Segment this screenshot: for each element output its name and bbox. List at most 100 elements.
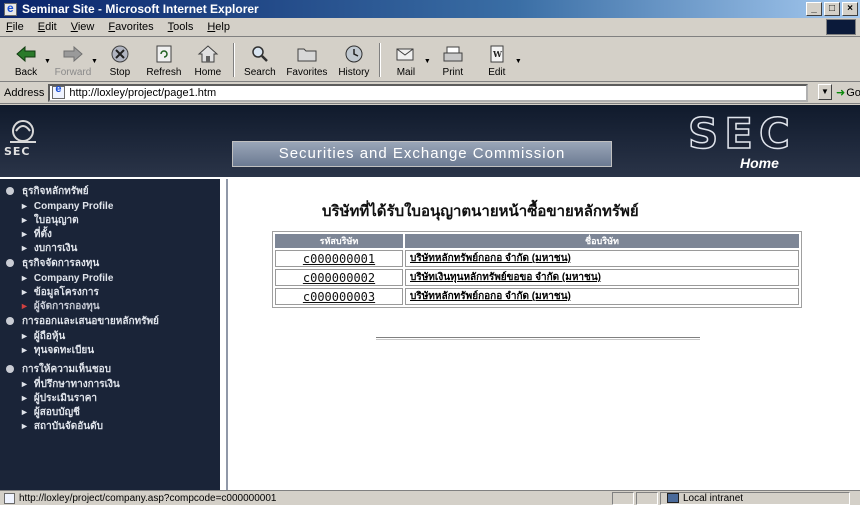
bullet-icon: [6, 365, 14, 373]
nav-item-license[interactable]: ► ใบอนุญาต: [0, 213, 220, 227]
page-icon: [52, 83, 66, 99]
address-field[interactable]: [48, 83, 809, 102]
mail-dropdown-icon[interactable]: ▼: [424, 58, 431, 65]
svg-text:W: W: [492, 49, 503, 59]
go-arrow-icon: ➜: [836, 87, 846, 99]
windows-logo-throbber: [826, 19, 856, 35]
search-icon: [248, 43, 272, 65]
arrow-bullet-icon: ►: [20, 407, 29, 417]
edit-document-icon: W: [485, 43, 509, 65]
history-button[interactable]: History: [332, 39, 376, 81]
forward-dropdown-icon[interactable]: ▼: [91, 58, 98, 65]
company-code-link[interactable]: c000000001: [275, 250, 403, 267]
menu-help[interactable]: Help: [207, 21, 230, 33]
horizontal-rule: [376, 337, 700, 340]
column-header-name: ชื่อบริษัท: [405, 234, 799, 248]
nav-group-fund-management[interactable]: ธุรกิจจัดการลงทุน: [0, 255, 220, 271]
home-icon: [196, 43, 220, 65]
company-code-link[interactable]: c000000002: [275, 269, 403, 286]
status-panel: [612, 491, 634, 505]
address-input[interactable]: [69, 86, 670, 99]
favorites-button[interactable]: Favorites: [282, 39, 332, 81]
menu-tools[interactable]: Tools: [168, 21, 194, 33]
menu-edit[interactable]: Edit: [38, 21, 57, 33]
go-button[interactable]: ➜ Go: [836, 86, 860, 100]
table-row: c000000001 บริษัทหลักทรัพย์กอกอ จำกัด (ม…: [275, 250, 799, 267]
company-name-link[interactable]: บริษัทเงินทุนหลักทรัพย์ขอขอ จำกัด (มหาชน…: [405, 269, 799, 286]
column-header-code: รหัสบริษัท: [275, 234, 403, 248]
nav-group-securities-offering[interactable]: การออกและเสนอขายหลักทรัพย์: [0, 313, 220, 329]
arrow-bullet-icon: ►: [20, 379, 29, 389]
menu-view[interactable]: View: [71, 21, 95, 33]
security-zone: Local intranet: [660, 491, 850, 505]
nav-item-auditor[interactable]: ► ผู้สอบบัญชี: [0, 405, 220, 419]
banner-sec-logo: SEC: [687, 108, 796, 159]
arrow-bullet-icon: ►: [20, 243, 29, 253]
menu-favorites[interactable]: Favorites: [108, 21, 153, 33]
site-banner: SEC Securities and Exchange Commission S…: [0, 105, 860, 177]
nav-item-location[interactable]: ► ที่ตั้ง: [0, 227, 220, 241]
stop-icon: [108, 43, 132, 65]
address-dropdown-icon[interactable]: ▼: [818, 84, 832, 100]
back-dropdown-icon[interactable]: ▼: [44, 58, 51, 65]
arrow-bullet-icon: ►: [20, 273, 29, 283]
company-name-link[interactable]: บริษัทหลักทรัพย์กอกอ จำกัด (มหาชน): [405, 288, 799, 305]
edit-button[interactable]: W Edit: [475, 39, 519, 81]
search-button[interactable]: Search: [238, 39, 282, 81]
page-heading: บริษัทที่ได้รับใบอนุญาตนายหน้าซื้อขายหลั…: [322, 202, 639, 220]
nav-item-appraiser[interactable]: ► ผู้ประเมินราคา: [0, 391, 220, 405]
maximize-button[interactable]: □: [824, 2, 840, 16]
nav-item-fund-company-profile[interactable]: ► Company Profile: [0, 271, 220, 285]
edit-dropdown-icon[interactable]: ▼: [515, 58, 522, 65]
web-page: SEC Securities and Exchange Commission S…: [0, 105, 860, 490]
table-row: c000000003 บริษัทหลักทรัพย์กอกอ จำกัด (ม…: [275, 288, 799, 305]
nav-group-approval[interactable]: การให้ความเห็นชอบ: [0, 361, 220, 377]
nav-item-fund-manager[interactable]: ► ผู้จัดการกองทุน: [0, 299, 220, 313]
nav-item-company-profile[interactable]: ► Company Profile: [0, 199, 220, 213]
status-text: http://loxley/project/company.asp?compco…: [0, 492, 610, 504]
arrow-bullet-icon: ►: [20, 287, 29, 297]
nav-group-securities-business[interactable]: ธุรกิจหลักทรัพย์: [0, 183, 220, 199]
status-bar: http://loxley/project/company.asp?compco…: [0, 490, 860, 505]
arrow-bullet-icon: ►: [20, 301, 29, 311]
refresh-button[interactable]: Refresh: [142, 39, 186, 81]
nav-item-rating-agency[interactable]: ► สถาบันจัดอันดับ: [0, 419, 220, 433]
toolbar-separator: [378, 43, 381, 77]
company-code-link[interactable]: c000000003: [275, 288, 403, 305]
window-controls: _ □ ×: [806, 2, 858, 16]
nav-item-financial-advisor[interactable]: ► ที่ปรึกษาทางการเงิน: [0, 377, 220, 391]
window-title: Seminar Site - Microsoft Internet Explor…: [22, 2, 259, 16]
bullet-icon: [6, 259, 14, 267]
menu-bar: File Edit View Favorites Tools Help: [0, 18, 860, 37]
home-button[interactable]: Home: [186, 39, 230, 81]
home-link[interactable]: Home: [740, 155, 779, 171]
status-url: http://loxley/project/company.asp?compco…: [19, 492, 277, 504]
main-content: บริษัทที่ได้รับใบอนุญาตนายหน้าซื้อขายหลั…: [226, 179, 860, 490]
mail-icon: [394, 43, 418, 65]
toolbar-separator: [232, 43, 235, 77]
mail-button[interactable]: Mail: [384, 39, 428, 81]
print-button[interactable]: Print: [431, 39, 475, 81]
forward-button[interactable]: Forward: [51, 39, 95, 81]
nav-item-registered-capital[interactable]: ► ทุนจดทะเบียน: [0, 343, 220, 357]
nav-item-project-info[interactable]: ► ข้อมูลโครงการ: [0, 285, 220, 299]
company-table: รหัสบริษัท ชื่อบริษัท c000000001 บริษัทห…: [272, 231, 802, 308]
table-header-row: รหัสบริษัท ชื่อบริษัท: [275, 234, 799, 248]
arrow-bullet-icon: ►: [20, 215, 29, 225]
arrow-bullet-icon: ►: [20, 229, 29, 239]
close-button[interactable]: ×: [842, 2, 858, 16]
back-button[interactable]: Back: [4, 39, 48, 81]
history-icon: [342, 43, 366, 65]
company-name-link[interactable]: บริษัทหลักทรัพย์กอกอ จำกัด (มหาชน): [405, 250, 799, 267]
left-navigation: ธุรกิจหลักทรัพย์ ► Company Profile ► ใบอนุ…: [0, 179, 220, 490]
ie-icon: [4, 1, 17, 16]
arrow-bullet-icon: ►: [20, 201, 29, 211]
menu-file[interactable]: File: [6, 21, 24, 33]
arrow-bullet-icon: ►: [20, 421, 29, 431]
minimize-button[interactable]: _: [806, 2, 822, 16]
nav-item-financial-statement[interactable]: ► งบการเงิน: [0, 241, 220, 255]
stop-button[interactable]: Stop: [98, 39, 142, 81]
nav-item-shareholders[interactable]: ► ผู้ถือหุ้น: [0, 329, 220, 343]
window-titlebar[interactable]: Seminar Site - Microsoft Internet Explor…: [0, 0, 860, 18]
favorites-folder-icon: [295, 43, 319, 65]
